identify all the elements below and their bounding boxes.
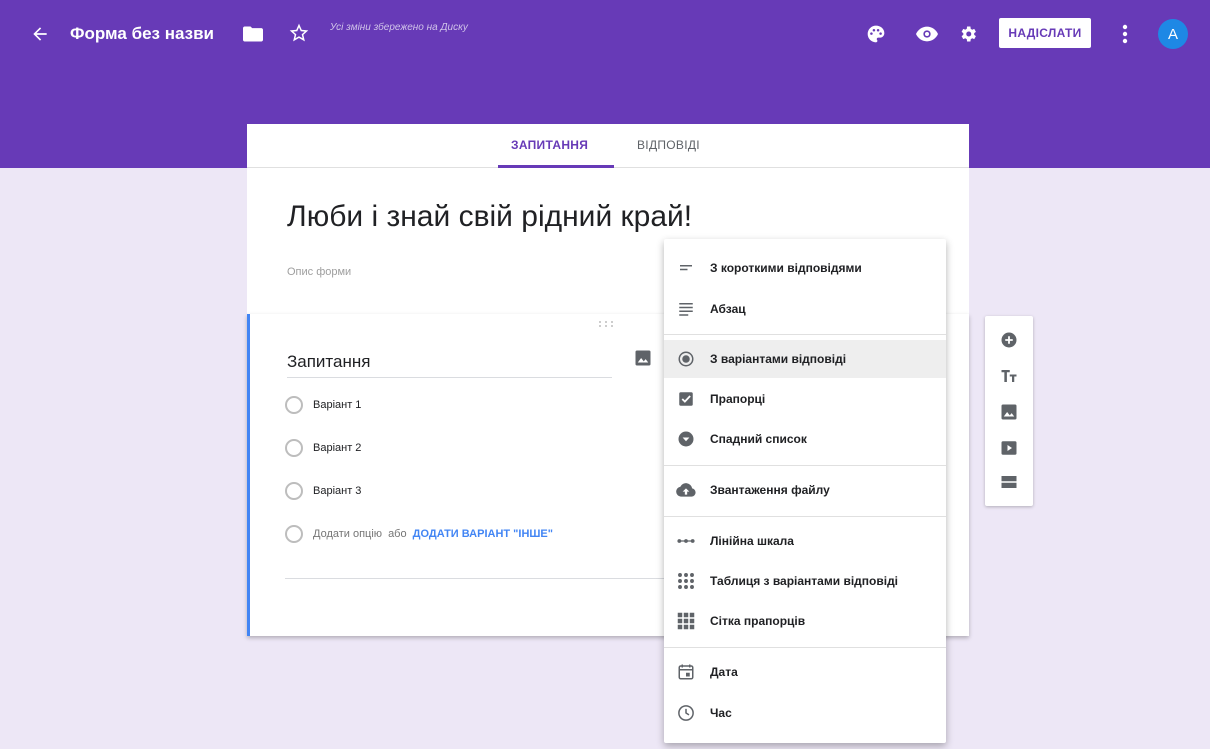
menu-item-label: З варіантами відповіді <box>710 352 847 366</box>
palette-icon[interactable] <box>866 24 886 44</box>
short-text-icon <box>676 258 696 278</box>
form-heading[interactable]: Люби і знай свій рідний край! <box>287 200 692 234</box>
clock-icon <box>676 703 696 723</box>
menu-item-label: Абзац <box>710 302 746 316</box>
add-section-icon[interactable] <box>999 472 1019 492</box>
menu-item-label: Час <box>710 706 732 720</box>
menu-item-linear-scale[interactable]: Лінійна шкала <box>664 522 946 560</box>
option-label[interactable]: Варіант 2 <box>313 442 361 454</box>
menu-item-multiple-choice-grid[interactable]: Таблиця з варіантами відповіді <box>664 562 946 600</box>
add-question-icon[interactable] <box>999 330 1019 350</box>
checkbox-icon <box>676 389 696 409</box>
save-status: Усі зміни збережено на Диску <box>330 22 468 33</box>
gear-icon[interactable] <box>958 24 978 44</box>
menu-item-label: Сітка прапорців <box>710 614 806 628</box>
option-row[interactable]: Варіант 2 <box>285 439 361 457</box>
menu-item-multiple-choice[interactable]: З варіантами відповіді <box>664 340 946 378</box>
form-title[interactable]: Форма без назви <box>70 24 214 44</box>
menu-item-label: Дата <box>710 665 738 679</box>
option-label[interactable]: Варіант 1 <box>313 399 361 411</box>
menu-item-checkboxes[interactable]: Прапорці <box>664 380 946 418</box>
menu-item-label: Звантаження файлу <box>710 483 830 497</box>
question-accent-bar <box>247 314 250 636</box>
menu-item-short-answer[interactable]: З короткими відповідями <box>664 249 946 287</box>
menu-item-checkbox-grid[interactable]: Сітка прапорців <box>664 602 946 640</box>
question-title-field[interactable]: Запитання <box>287 352 612 378</box>
menu-item-date[interactable]: Дата <box>664 653 946 691</box>
menu-item-file-upload[interactable]: Звантаження файлу <box>664 471 946 509</box>
radio-icon <box>285 482 303 500</box>
top-bar: Форма без назви Усі зміни збережено на Д… <box>0 0 1210 68</box>
preview-eye-icon[interactable] <box>916 24 938 44</box>
add-option-link[interactable]: Додати опцію <box>313 528 382 540</box>
menu-item-paragraph[interactable]: Абзац <box>664 290 946 328</box>
back-arrow-icon[interactable] <box>28 22 52 46</box>
menu-separator <box>664 334 946 335</box>
menu-separator <box>664 647 946 648</box>
radio-icon <box>285 396 303 414</box>
menu-item-label: Прапорці <box>710 392 766 406</box>
paragraph-icon <box>676 299 696 319</box>
side-toolbar <box>985 316 1033 506</box>
tabs-bar: ЗАПИТАННЯ ВІДПОВІДІ <box>247 124 969 168</box>
menu-item-time[interactable]: Час <box>664 694 946 732</box>
folder-icon[interactable] <box>242 23 264 45</box>
menu-item-label: Таблиця з варіантами відповіді <box>710 574 899 588</box>
add-option-row: Додати опцію або ДОДАТИ ВАРІАНТ "ІНШЕ" <box>285 525 553 543</box>
tab-responses[interactable]: ВІДПОВІДІ <box>637 138 700 152</box>
menu-item-label: З короткими відповідями <box>710 261 862 275</box>
add-video-icon[interactable] <box>999 438 1019 458</box>
or-text: або <box>388 528 407 540</box>
upload-icon <box>676 480 696 500</box>
drag-handle-icon[interactable] <box>597 320 615 331</box>
menu-item-label: Лінійна шкала <box>710 534 794 548</box>
menu-separator <box>664 516 946 517</box>
send-button[interactable]: НАДІСЛАТИ <box>999 18 1091 48</box>
star-icon[interactable] <box>288 22 310 44</box>
grid-dots-icon <box>676 571 696 591</box>
tab-questions[interactable]: ЗАПИТАННЯ <box>511 138 588 152</box>
option-row[interactable]: Варіант 3 <box>285 482 361 500</box>
more-vert-icon[interactable] <box>1118 22 1132 46</box>
image-icon[interactable] <box>633 348 653 368</box>
add-title-icon[interactable] <box>999 366 1019 386</box>
add-image-icon[interactable] <box>999 402 1019 422</box>
grid-squares-icon <box>676 611 696 631</box>
calendar-icon <box>676 662 696 682</box>
menu-item-label: Спадний список <box>710 432 807 446</box>
option-row[interactable]: Варіант 1 <box>285 396 361 414</box>
menu-separator <box>664 465 946 466</box>
question-type-menu: З короткими відповідями Абзац З варіанта… <box>664 239 946 743</box>
radio-icon <box>285 439 303 457</box>
add-other-link[interactable]: ДОДАТИ ВАРІАНТ "ІНШЕ" <box>413 528 553 540</box>
radio-icon <box>676 349 696 369</box>
form-description-field[interactable]: Опис форми <box>287 266 351 278</box>
option-label[interactable]: Варіант 3 <box>313 485 361 497</box>
radio-icon <box>285 525 303 543</box>
menu-item-dropdown[interactable]: Спадний список <box>664 420 946 458</box>
linear-scale-icon <box>676 531 696 551</box>
avatar[interactable]: A <box>1158 19 1188 49</box>
dropdown-icon <box>676 429 696 449</box>
